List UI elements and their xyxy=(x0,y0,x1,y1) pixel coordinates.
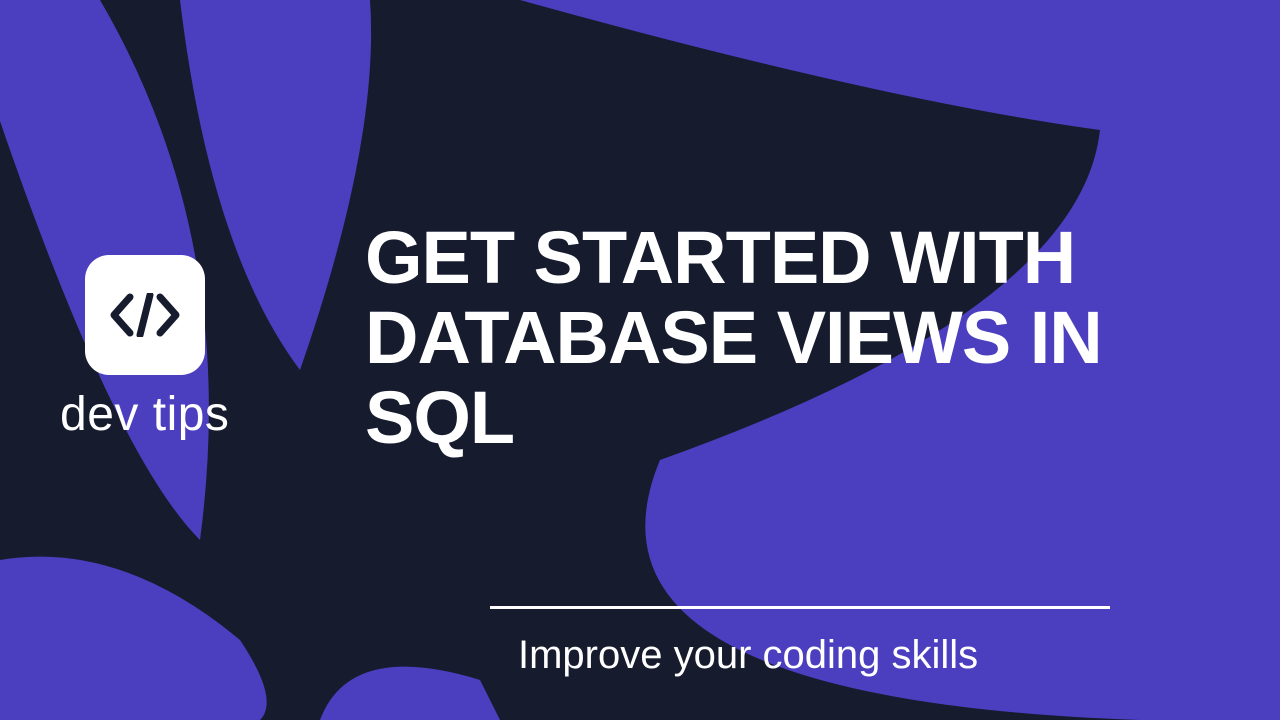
tagline-text: Improve your coding skills xyxy=(490,633,1110,678)
brand-logo-block: dev tips xyxy=(60,255,229,442)
divider xyxy=(490,606,1110,609)
footer: Improve your coding skills xyxy=(490,606,1110,678)
page-title: GET STARTED WITH DATABASE VIEWS IN SQL xyxy=(365,218,1245,458)
code-icon xyxy=(85,255,205,375)
brand-name: dev tips xyxy=(60,387,229,442)
